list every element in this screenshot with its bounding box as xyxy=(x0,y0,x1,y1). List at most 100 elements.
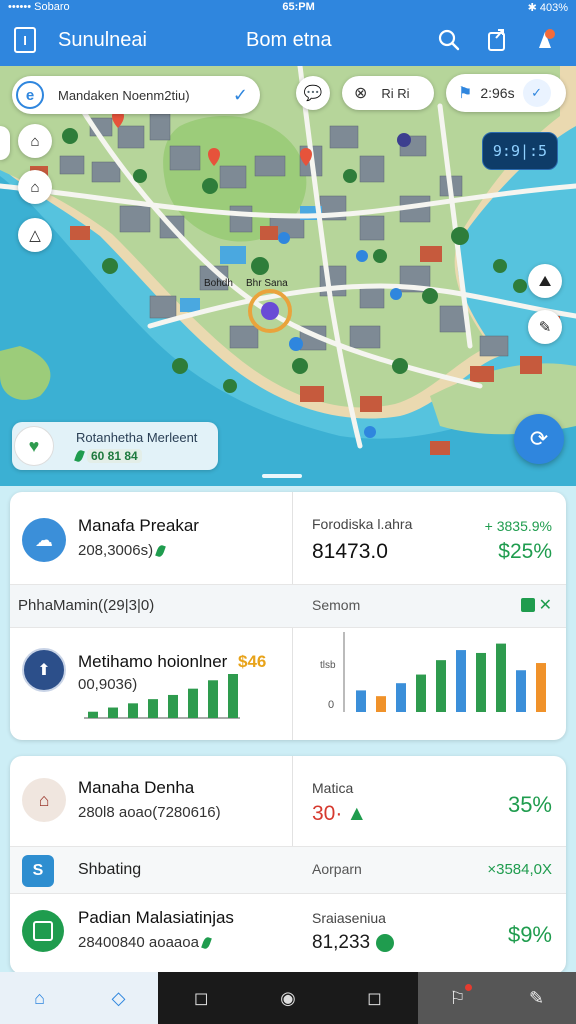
flag-icon: ⚑ xyxy=(458,85,473,102)
home-icon[interactable]: ⌂ xyxy=(18,170,52,204)
divider xyxy=(292,756,293,846)
layers-icon: ⊗ xyxy=(354,85,368,102)
bottom-nav: ⌂ ◇ ◻ ◉ ◻ ⚐ ✎ xyxy=(0,972,576,1024)
chart-bar xyxy=(456,650,466,712)
time-confirm-icon[interactable]: ✓ xyxy=(522,79,551,107)
chart-bar xyxy=(396,683,406,712)
notification-badge xyxy=(464,984,472,991)
menu-icon[interactable]: I xyxy=(14,27,36,53)
metric-label: Forodiska l.ahra xyxy=(312,516,413,532)
side-handle[interactable] xyxy=(0,126,10,160)
diamond-icon[interactable]: ◇ xyxy=(101,980,137,1016)
map-label-1: Bohdh xyxy=(204,278,233,289)
map-search-text: Mandaken Noenm2tiu) xyxy=(58,87,190,103)
edit-icon[interactable]: ✎ xyxy=(519,980,555,1016)
mini-chart-bar xyxy=(108,707,118,718)
metric-percent: $9% xyxy=(507,922,552,947)
carrier: •••••• Sobaro xyxy=(8,1,70,13)
map-tile-icon: S xyxy=(22,855,54,887)
metric-label: Matica xyxy=(312,780,354,796)
divider xyxy=(292,492,293,584)
card-title: Manaha Denha xyxy=(78,778,195,797)
status-bar: •••••• Sobaro 65:PM ✱ 403% xyxy=(0,0,576,14)
box-icon xyxy=(22,910,64,952)
mini-chart-bar xyxy=(208,680,218,718)
row-subtitle: 28400840 aoaaoa xyxy=(78,934,199,951)
map-view[interactable]: Bohdh Bhr Sana e Mandaken Noenm2tiu) ✓ 💬… xyxy=(0,66,576,486)
battery: ✱ 403% xyxy=(527,1,568,14)
home-icon[interactable]: ⌂ xyxy=(22,980,58,1016)
mini-chart-bar xyxy=(128,703,138,718)
metric-delta: + 3835.9% xyxy=(484,518,552,534)
briefcase-icon[interactable]: ⌂ xyxy=(18,124,52,158)
metric-percent: 35% xyxy=(507,792,552,817)
chart-bar xyxy=(356,690,366,712)
leaf-icon xyxy=(155,543,166,558)
mini-chart-bar xyxy=(88,711,98,718)
app-title: Sunulneai xyxy=(58,28,147,51)
section-strip[interactable]: S Shbating Aorparn ×3584,0X xyxy=(10,846,566,894)
map-search-input[interactable]: e Mandaken Noenm2tiu) ✓ xyxy=(12,76,260,114)
bookmark-icon[interactable]: ⚐ xyxy=(440,980,476,1016)
time-chip[interactable]: ⚑ 2:96s ✓ xyxy=(446,74,566,112)
place-tag: 60 81 84 xyxy=(87,448,142,463)
cloud-icon: ☁ xyxy=(22,518,66,562)
back-icon[interactable]: ◻ xyxy=(183,980,219,1016)
chart-bar xyxy=(516,670,526,712)
place-card[interactable]: ♥ Rotanhetha Merleent 60 81 84 xyxy=(12,422,218,470)
card-subtitle: 208,3006s) xyxy=(78,542,154,559)
card-title: Manafa Preakar xyxy=(78,516,199,535)
alert-icon[interactable] xyxy=(528,23,562,57)
section-strip[interactable]: PhhaMamin((29|3|0) Semom ✕ xyxy=(10,584,566,628)
chart-bar xyxy=(436,660,446,712)
strip-label: Semom xyxy=(312,597,361,613)
mini-chart-bar xyxy=(188,688,198,718)
leaf-icon xyxy=(201,935,212,950)
mini-chart-bar xyxy=(168,694,178,718)
search-icon[interactable] xyxy=(432,23,466,57)
warning-icon[interactable]: △ xyxy=(18,218,52,252)
strip-label: Aorparn xyxy=(312,861,362,877)
distance-readout: 9:9|:5 xyxy=(482,132,558,170)
search-lead-icon: e xyxy=(16,81,44,109)
strip-action[interactable]: ✕ xyxy=(520,595,552,615)
leaf-icon xyxy=(74,448,85,463)
chart-tick-label: 0 xyxy=(328,699,334,711)
share-icon[interactable] xyxy=(480,23,514,57)
strip-title: Shbating xyxy=(78,861,142,878)
building-icon: ⌂ xyxy=(22,778,66,822)
summary-card-1: ☁ Manafa Preakar 208,3006s) Forodiska l.… xyxy=(10,492,566,740)
image-icon[interactable]: ⛰ xyxy=(528,264,562,298)
layer-chip-label: Ri Ri xyxy=(381,85,410,101)
metric-value: 30· xyxy=(312,802,343,825)
row-title: Padian Malasiatinjas xyxy=(78,908,234,927)
clock: 65:PM xyxy=(282,1,315,13)
app-bar: I Sunulneai Bom etna xyxy=(0,14,576,66)
circle-icon[interactable]: ◉ xyxy=(270,980,306,1016)
chart-bar xyxy=(476,652,486,712)
chart-bar xyxy=(496,643,506,712)
card-subtitle: 280l8 aoao(7280616) xyxy=(78,804,221,821)
sheet-handle[interactable] xyxy=(262,474,302,478)
app-subtitle: Bom etna xyxy=(246,28,332,51)
square-icon[interactable]: ◻ xyxy=(357,980,393,1016)
measure-icon[interactable]: ✎ xyxy=(528,310,562,344)
status-dot-icon xyxy=(376,934,395,952)
metric-value: 81473.0 xyxy=(312,540,388,563)
metric-percent: $25% xyxy=(498,540,552,563)
layer-chip[interactable]: ⊗ Ri Ri xyxy=(342,76,434,110)
divider xyxy=(292,628,293,740)
metric-value: 81,233 xyxy=(312,932,371,953)
search-confirm-icon[interactable]: ✓ xyxy=(233,85,248,106)
strip-title: PhhaMamin((29|3|0) xyxy=(18,597,155,614)
close-icon[interactable]: ✕ xyxy=(539,595,552,615)
chart-bar xyxy=(416,674,426,712)
bar-chart: tlsb 0 xyxy=(320,632,546,712)
locate-button[interactable]: ⟳ xyxy=(514,414,564,464)
chart-tick-label: tlsb xyxy=(320,660,336,671)
time-chip-label: 2:96s xyxy=(480,85,515,101)
metric-label: Sraiaseniua xyxy=(312,910,386,926)
row-value: $46 xyxy=(238,652,267,671)
chart-bar xyxy=(536,663,546,712)
speech-icon[interactable]: 💬 xyxy=(296,76,330,110)
